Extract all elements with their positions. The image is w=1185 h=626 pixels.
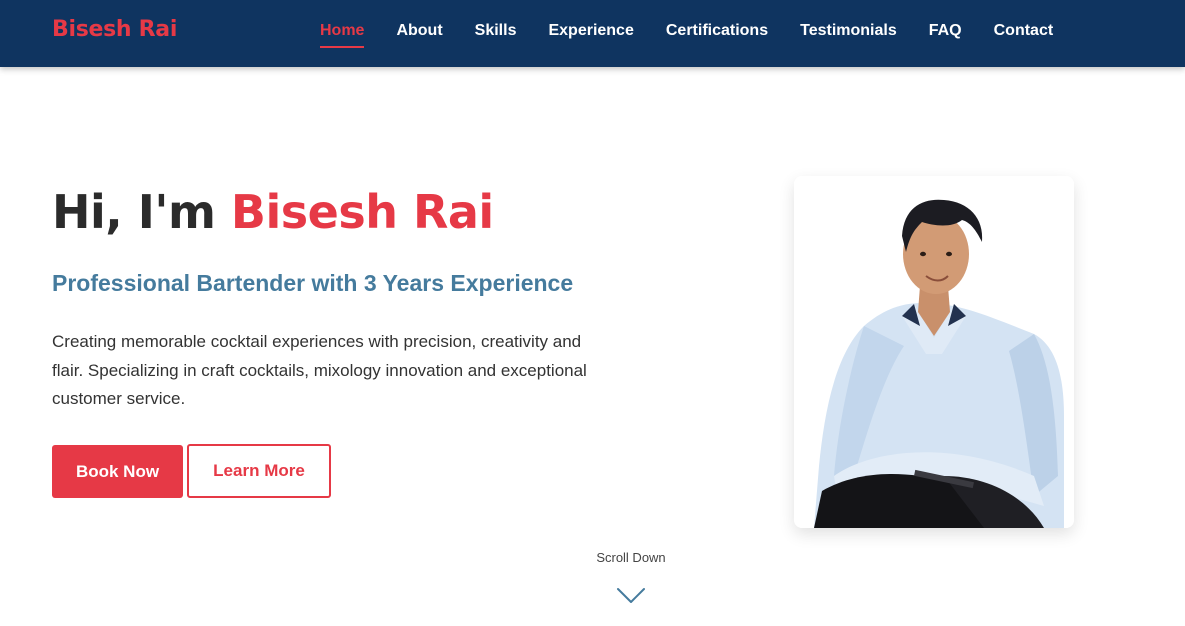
- hero-subtitle: Professional Bartender with 3 Years Expe…: [52, 270, 574, 296]
- profile-photo: [794, 176, 1074, 528]
- nav-links: Home About Skills Experience Certificati…: [320, 0, 1085, 67]
- hero-greeting: Hi, I'm: [52, 185, 216, 239]
- nav-link-testimonials[interactable]: Testimonials: [800, 0, 897, 67]
- profile-photo-card: [794, 176, 1074, 528]
- navbar: Bisesh Rai Home About Skills Experience …: [0, 0, 1185, 67]
- nav-link-label: Home: [320, 22, 365, 39]
- hero-section: Hi, I'm Bisesh Rai Professional Bartende…: [52, 182, 652, 498]
- hero-title: Hi, I'm Bisesh Rai: [52, 182, 652, 242]
- nav-link-about[interactable]: About: [396, 0, 442, 67]
- nav-link-experience[interactable]: Experience: [548, 0, 633, 67]
- nav-link-home[interactable]: Home: [320, 0, 365, 67]
- scroll-down-label[interactable]: Scroll Down: [560, 550, 702, 565]
- nav-link-certifications[interactable]: Certifications: [666, 0, 768, 67]
- learn-more-button[interactable]: Learn More: [187, 444, 331, 498]
- nav-link-skills[interactable]: Skills: [475, 0, 517, 67]
- hero-name: Bisesh Rai: [230, 185, 494, 239]
- nav-link-faq[interactable]: FAQ: [929, 0, 962, 67]
- nav-link-contact[interactable]: Contact: [994, 0, 1054, 67]
- brand-logo[interactable]: Bisesh Rai: [52, 17, 177, 42]
- book-now-button[interactable]: Book Now: [52, 445, 183, 498]
- hero-description: Creating memorable cocktail experiences …: [52, 332, 587, 408]
- active-underline: [320, 46, 365, 48]
- chevron-down-icon[interactable]: [616, 584, 646, 606]
